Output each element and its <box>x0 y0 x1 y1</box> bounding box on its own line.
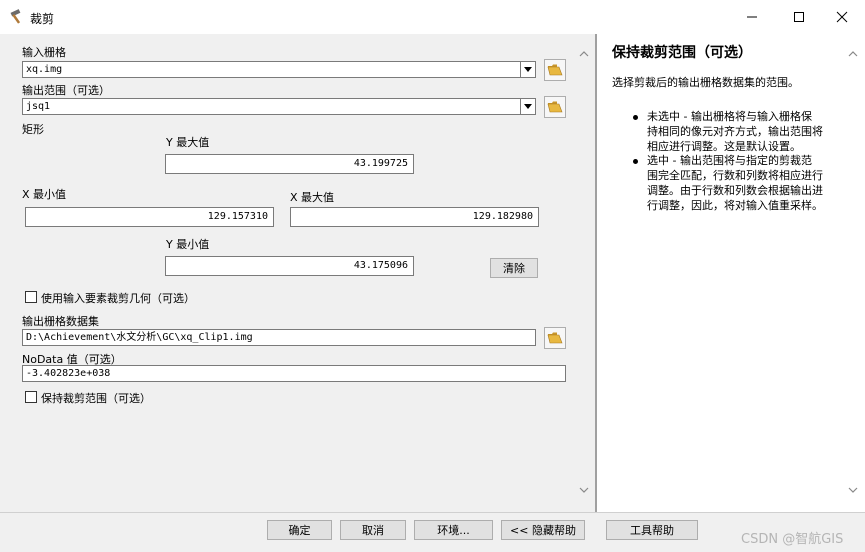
watermark: CSDN @智航GIS <box>741 532 844 547</box>
ok-button[interactable]: 确定 <box>267 520 332 540</box>
maintain-extent-checkbox[interactable] <box>25 391 37 403</box>
maximize-button[interactable] <box>776 0 822 34</box>
output-extent-label: 输出范围（可选） <box>22 84 110 97</box>
minimize-icon <box>747 16 757 18</box>
output-extent-combobox[interactable]: jsq1 <box>22 98 536 115</box>
use-input-features-label: 使用输入要素裁剪几何（可选） <box>41 292 195 305</box>
folder-open-icon <box>547 101 563 113</box>
help-line: 未选中 - 输出栅格将与输入栅格保 <box>647 110 812 123</box>
input-raster-value: xq.img <box>26 64 63 75</box>
folder-open-icon <box>547 64 563 76</box>
y-max-input[interactable]: 43.199725 <box>165 154 414 174</box>
scroll-up-button[interactable] <box>577 47 591 61</box>
help-line: 选中 - 输出范围将与指定的剪裁范 <box>647 154 812 167</box>
chevron-up-icon <box>848 51 858 57</box>
button-bar: 确定 取消 环境... << 隐藏帮助 工具帮助 <box>0 512 865 552</box>
input-raster-browse-button[interactable] <box>544 59 566 81</box>
chevron-down-icon <box>579 487 589 493</box>
title-bar: 裁剪 <box>0 0 865 34</box>
help-bullet-unchecked: 未选中 - 输出栅格将与输入栅格保 持相同的像元对齐方式，输出范围将 相应进行调… <box>647 109 823 154</box>
y-min-input[interactable]: 43.175096 <box>165 256 414 276</box>
chevron-down-icon <box>848 487 858 493</box>
minimize-button[interactable] <box>729 0 775 34</box>
help-description: 选择剪裁后的输出栅格数据集的范围。 <box>612 76 799 89</box>
environments-button[interactable]: 环境... <box>414 520 493 540</box>
use-input-features-checkbox[interactable] <box>25 291 37 303</box>
x-min-input[interactable]: 129.157310 <box>25 207 274 227</box>
close-button[interactable] <box>819 0 865 34</box>
nodata-input[interactable]: -3.402823e+038 <box>22 365 566 382</box>
hide-help-button[interactable]: << 隐藏帮助 <box>501 520 585 540</box>
help-scroll-up-button[interactable] <box>846 47 860 61</box>
help-line: 行调整，因此，将对输入值重采样。 <box>647 199 823 212</box>
x-min-label: X 最小值 <box>22 188 67 201</box>
help-panel: 保持裁剪范围（可选） 选择剪裁后的输出栅格数据集的范围。 未选中 - 输出栅格将… <box>597 34 865 512</box>
input-raster-combobox[interactable]: xq.img <box>22 61 536 78</box>
chevron-up-icon <box>579 51 589 57</box>
output-extent-value: jsq1 <box>26 101 51 112</box>
chevron-down-icon <box>524 67 532 72</box>
help-scroll-down-button[interactable] <box>846 483 860 497</box>
chevron-down-icon <box>524 104 532 109</box>
output-extent-dropdown-button[interactable] <box>520 99 535 114</box>
parameters-panel: 输入栅格 xq.img 输出范围（可选） jsq1 矩形 Y 最大值 43.19… <box>0 34 595 512</box>
maintain-extent-label: 保持裁剪范围（可选） <box>41 392 151 405</box>
output-raster-label: 输出栅格数据集 <box>22 315 99 328</box>
window-title: 裁剪 <box>30 12 55 26</box>
x-max-label: X 最大值 <box>290 191 335 204</box>
maximize-icon <box>794 12 804 22</box>
output-raster-input[interactable]: D:\Achievement\水文分析\GC\xq_Clip1.img <box>22 329 536 346</box>
hammer-icon <box>10 9 21 24</box>
clear-button[interactable]: 清除 <box>490 258 538 278</box>
input-raster-label: 输入栅格 <box>22 46 66 59</box>
help-line: 相应进行调整。这是默认设置。 <box>647 140 801 153</box>
rectangle-label: 矩形 <box>22 123 44 136</box>
output-extent-browse-button[interactable] <box>544 96 566 118</box>
y-max-label: Y 最大值 <box>166 136 210 149</box>
scroll-down-button[interactable] <box>577 483 591 497</box>
bullet-icon <box>633 115 638 120</box>
cancel-button[interactable]: 取消 <box>340 520 406 540</box>
x-max-input[interactable]: 129.182980 <box>290 207 539 227</box>
y-min-label: Y 最小值 <box>166 238 210 251</box>
tool-help-button[interactable]: 工具帮助 <box>606 520 698 540</box>
folder-open-icon <box>547 332 563 344</box>
help-line: 持相同的像元对齐方式，输出范围将 <box>647 125 823 138</box>
close-icon <box>836 11 848 23</box>
input-raster-dropdown-button[interactable] <box>520 62 535 77</box>
help-line: 围完全匹配，行数和列数将相应进行 <box>647 169 823 182</box>
help-bullet-checked: 选中 - 输出范围将与指定的剪裁范 围完全匹配，行数和列数将相应进行 调整。由于… <box>647 153 823 213</box>
output-raster-browse-button[interactable] <box>544 327 566 349</box>
help-line: 调整。由于行数和列数会根据输出进 <box>647 184 823 197</box>
bullet-icon <box>633 159 638 164</box>
help-title: 保持裁剪范围（可选） <box>612 45 752 61</box>
